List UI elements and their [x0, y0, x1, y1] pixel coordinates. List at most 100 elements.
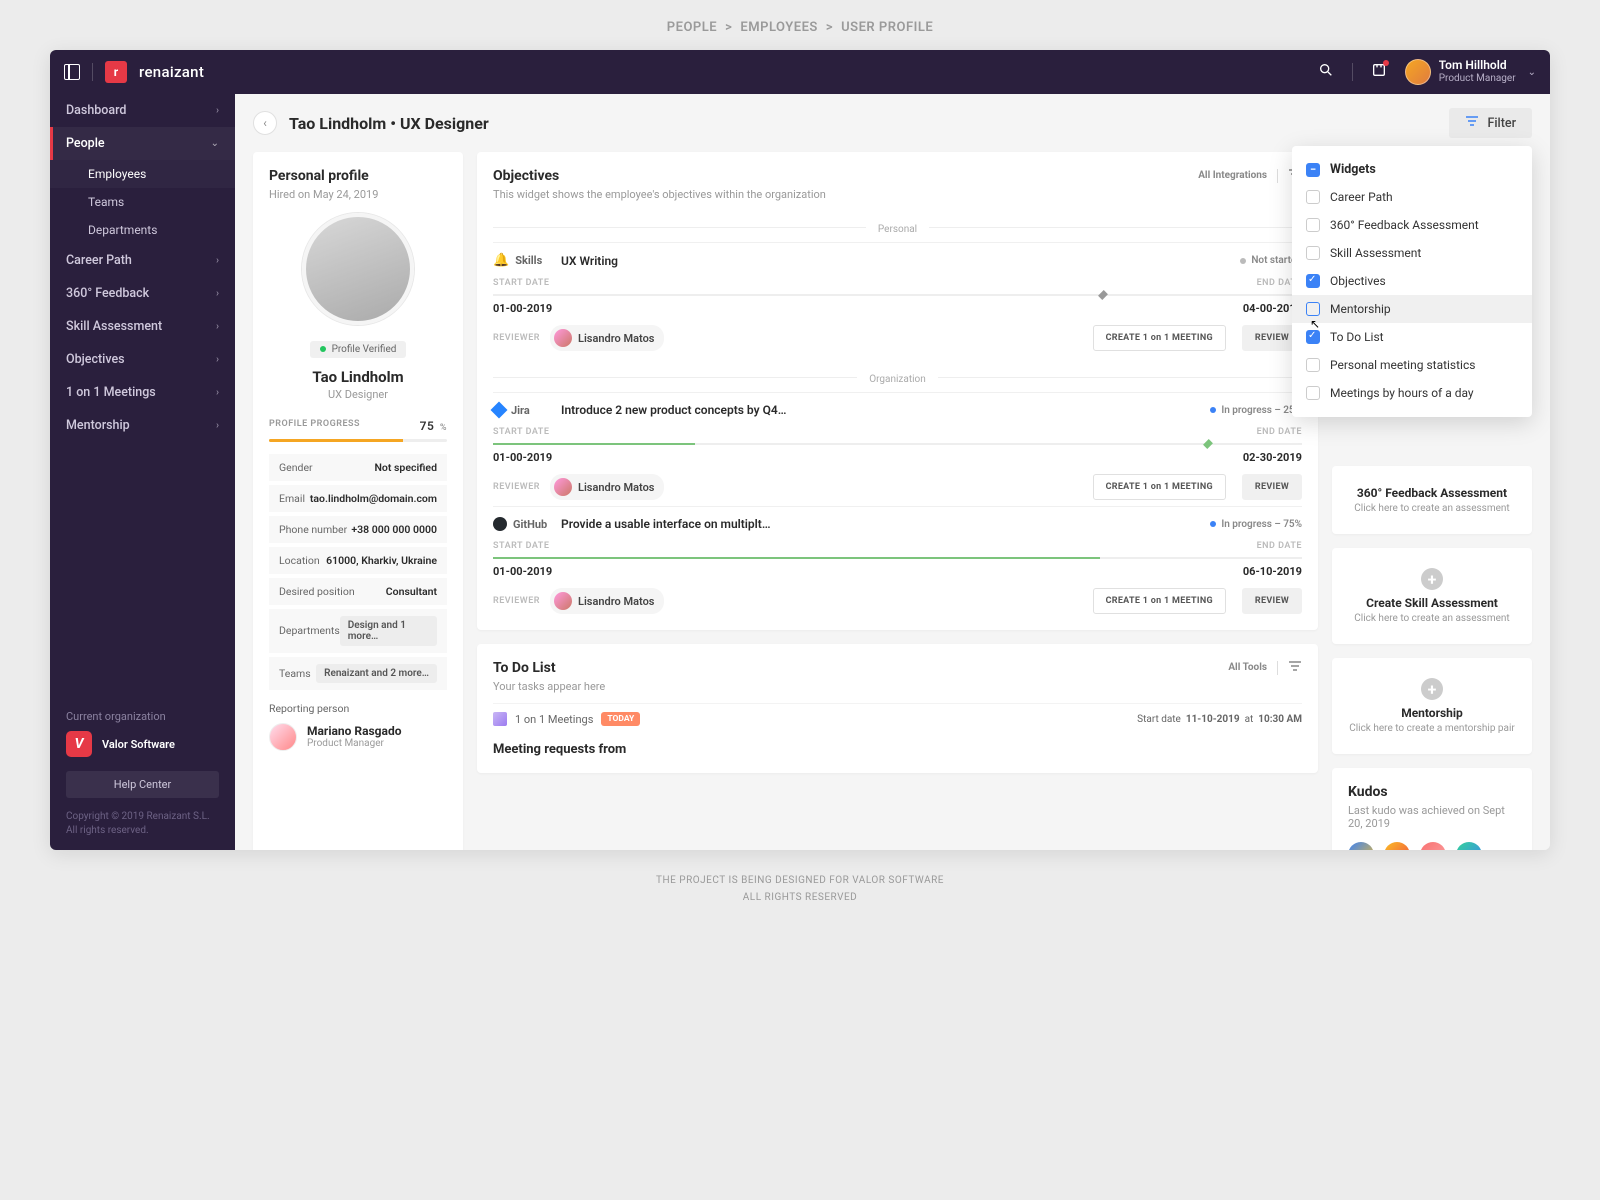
nav-people[interactable]: People⌄ [50, 127, 235, 160]
filter-item-skill[interactable]: Skill Assessment [1292, 239, 1532, 267]
today-badge: TODAY [601, 712, 640, 726]
brand-name: renaizant [139, 63, 204, 81]
app-window: r renaizant Tom Hillhold Product Manager… [50, 50, 1550, 850]
nav-career-path[interactable]: Career Path› [50, 244, 235, 277]
todo-title: To Do List [493, 660, 605, 676]
profile-avatar [302, 213, 414, 325]
back-button[interactable]: ‹ [253, 111, 277, 135]
divider [1352, 63, 1353, 81]
user-role: Product Manager [1439, 73, 1516, 85]
nav-mentorship[interactable]: Mentorship› [50, 409, 235, 442]
copyright: Copyright © 2019 Renaizant S.L.All right… [66, 810, 219, 838]
meeting-icon [493, 712, 507, 726]
review-button[interactable]: REVIEW [1242, 588, 1302, 614]
filter-item-todo[interactable]: To Do List [1292, 323, 1532, 351]
sidebar-toggle-icon[interactable] [64, 64, 80, 80]
filter-button[interactable]: Filter [1449, 108, 1532, 138]
profile-role: UX Designer [269, 388, 447, 401]
objective-title: Introduce 2 new product concepts by Q4… [561, 403, 786, 417]
skill-create-card[interactable]: + Create Skill Assessment Click here to … [1332, 548, 1532, 644]
filter-widgets-header[interactable]: − Widgets [1292, 156, 1532, 183]
objectives-title: Objectives [493, 168, 826, 184]
objective-item: Jira Introduce 2 new product concepts by… [493, 392, 1302, 500]
status-badge: In progress – 75% [1210, 519, 1302, 530]
content: ‹ Tao Lindholm • UX Designer Filter − Wi… [235, 94, 1550, 850]
sidebar: Dashboard› People⌄ Employees Teams Depar… [50, 94, 235, 850]
topbar: r renaizant Tom Hillhold Product Manager… [50, 50, 1550, 94]
nav-sub-employees[interactable]: Employees [50, 160, 235, 188]
section-personal: Personal [866, 224, 929, 235]
create-meeting-button[interactable]: CREATE 1 on 1 MEETING [1093, 325, 1226, 351]
page-title: Tao Lindholm • UX Designer [289, 114, 489, 133]
nav-skill-assessment[interactable]: Skill Assessment› [50, 310, 235, 343]
filter-item-hours[interactable]: Meetings by hours of a day [1292, 379, 1532, 407]
status-badge: In progress – 25% [1210, 405, 1302, 416]
divider [92, 63, 93, 81]
review-button[interactable]: REVIEW [1242, 474, 1302, 500]
all-integrations-link[interactable]: All Integrations [1198, 170, 1267, 181]
nav-sub-departments[interactable]: Departments [50, 216, 235, 244]
reporting-person[interactable]: Mariano Rasgado Product Manager [269, 723, 447, 751]
info-email: Emailtao.lindholm@domain.com [269, 485, 447, 512]
todo-card: To Do List Your tasks appear here All To… [477, 644, 1318, 773]
filter-item-mentorship[interactable]: Mentorship↖ [1292, 295, 1532, 323]
info-teams[interactable]: TeamsRenaizant and 2 more… [269, 657, 447, 690]
kudo-badge[interactable]: 8 [1384, 842, 1410, 850]
footer-note: THE PROJECT IS BEING DESIGNED FOR VALOR … [50, 872, 1550, 906]
filter-item-stats[interactable]: Personal meeting statistics [1292, 351, 1532, 379]
todo-sub: Your tasks appear here [493, 680, 605, 693]
create-meeting-button[interactable]: CREATE 1 on 1 MEETING [1093, 474, 1226, 500]
plus-icon: + [1421, 678, 1443, 700]
section-org: Organization [857, 374, 938, 385]
user-name: Tom Hillhold [1439, 59, 1516, 73]
mentorship-create-card[interactable]: + Mentorship Click here to create a ment… [1332, 658, 1532, 754]
kudos-card: Kudos Last kudo was achieved on Sept 20,… [1332, 768, 1532, 850]
profile-verified-badge: Profile Verified [310, 341, 407, 358]
org-logo-icon: V [66, 731, 92, 757]
user-menu[interactable]: Tom Hillhold Product Manager ⌄ [1405, 59, 1536, 85]
info-phone: Phone number+38 000 000 0000 [269, 516, 447, 543]
feedback-create-card[interactable]: 360° Feedback Assessment Click here to c… [1332, 466, 1532, 534]
filter-item-objectives[interactable]: Objectives [1292, 267, 1532, 295]
reviewer-chip[interactable]: Lisandro Matos [550, 325, 664, 351]
breadcrumb: PEOPLE>EMPLOYEES>USER PROFILE [50, 20, 1550, 35]
meeting-requests-heading: Meeting requests from [493, 734, 1302, 757]
filter-item-career-path[interactable]: Career Path [1292, 183, 1532, 211]
profile-name: Tao Lindholm [269, 368, 447, 386]
kudo-badge[interactable]: 4 [1456, 842, 1482, 850]
objective-item: GitHub Provide a usable interface on mul… [493, 506, 1302, 614]
objectives-sub: This widget shows the employee's objecti… [493, 188, 826, 201]
org-switcher[interactable]: V Valor Software [66, 731, 219, 757]
settings-icon[interactable] [1288, 660, 1302, 675]
reviewer-chip[interactable]: Lisandro Matos [550, 588, 664, 614]
nav-dashboard[interactable]: Dashboard› [50, 94, 235, 127]
search-icon[interactable] [1318, 62, 1334, 82]
cursor-icon: ↖ [1310, 317, 1320, 331]
indeterminate-icon: − [1306, 163, 1320, 177]
objective-title: Provide a usable interface on multiplt… [561, 517, 771, 531]
objective-title: UX Writing [561, 254, 618, 268]
info-gender: GenderNot specified [269, 454, 447, 481]
create-meeting-button[interactable]: CREATE 1 on 1 MEETING [1093, 588, 1226, 614]
all-tools-link[interactable]: All Tools [1228, 662, 1267, 673]
jira-icon [491, 402, 508, 419]
nav-sub-teams[interactable]: Teams [50, 188, 235, 216]
org-label: Current organization [66, 710, 219, 723]
info-departments[interactable]: DepartmentsDesign and 1 more… [269, 609, 447, 653]
notifications-icon[interactable] [1371, 62, 1387, 82]
kudos-title: Kudos [1348, 784, 1516, 800]
nav-meetings[interactable]: 1 on 1 Meetings› [50, 376, 235, 409]
filter-item-feedback[interactable]: 360° Feedback Assessment [1292, 211, 1532, 239]
nav-objectives[interactable]: Objectives› [50, 343, 235, 376]
profile-progress-bar [269, 439, 447, 442]
help-center-button[interactable]: Help Center [66, 771, 219, 798]
kudo-badge[interactable]: 20 [1348, 842, 1374, 850]
github-icon [493, 517, 507, 531]
kudo-badge[interactable]: 2 [1420, 842, 1446, 850]
reviewer-chip[interactable]: Lisandro Matos [550, 474, 664, 500]
nav-feedback[interactable]: 360° Feedback› [50, 277, 235, 310]
chevron-down-icon: ⌄ [1528, 67, 1536, 78]
reporting-label: Reporting person [269, 702, 447, 715]
org-name: Valor Software [102, 738, 175, 751]
todo-item[interactable]: 1 on 1 Meetings TODAY Start date 11-10-2… [493, 703, 1302, 734]
